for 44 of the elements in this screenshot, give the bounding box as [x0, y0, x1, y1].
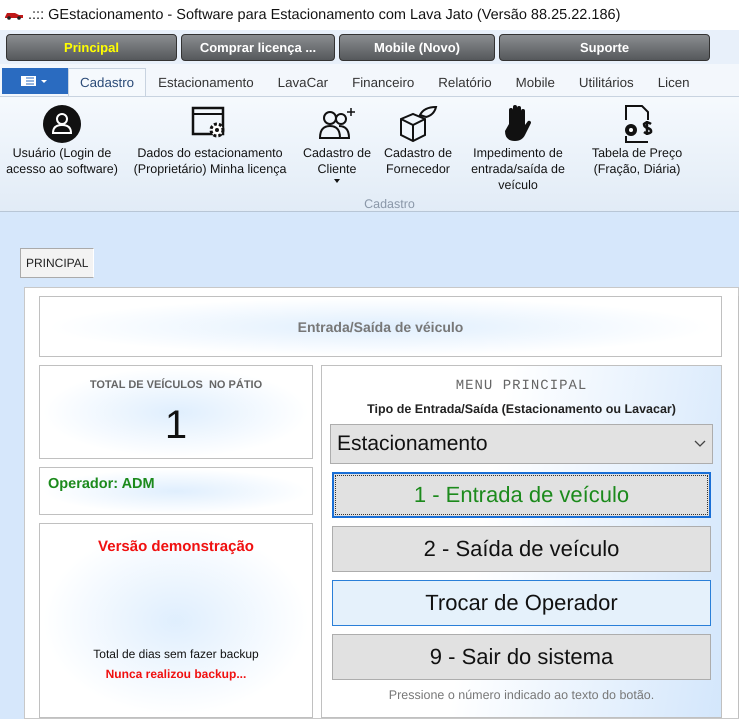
page-tab[interactable]: PRINCIPAL — [20, 248, 94, 278]
menu-button[interactable] — [2, 68, 68, 94]
ribbon-button[interactable]: Usuário (Login de acesso ao software) — [0, 103, 124, 177]
demo-version-label: Versão demonstração — [98, 538, 254, 555]
window-title: .::: GEstacionamento - Software para Estacionamento com Lava Jato (Versão 88.25.22.186) — [28, 7, 620, 23]
hint-text: Pressione o número indicado ao texto do botão. — [388, 688, 654, 702]
menu-title: MENU PRINCIPAL — [456, 378, 588, 394]
ribbon-tab[interactable]: Licen — [646, 68, 702, 96]
ribbon-button[interactable]: Tabela de Preço (Fração, Diária) — [578, 103, 696, 177]
user-icon — [42, 104, 82, 144]
ribbon-tab[interactable]: Financeiro — [340, 68, 426, 96]
ribbon-button[interactable]: Impedimento de entrada/saída de veículo — [458, 103, 578, 193]
type-dropdown[interactable]: Estacionamento — [330, 424, 713, 464]
car-icon — [4, 10, 24, 20]
menu-button[interactable]: 9 - Sair do sistema — [332, 634, 711, 680]
toolbar-button[interactable]: Principal — [6, 34, 177, 60]
operator-label: Operador: ADM — [39, 467, 313, 515]
ribbon-button[interactable]: Dados do estacionamento (Proprietário) Minha licença — [124, 103, 296, 177]
section-header: Entrada/Saída de véiculo — [39, 296, 722, 357]
toolbar-button[interactable]: Suporte — [499, 34, 710, 60]
hand-icon — [503, 104, 533, 144]
toolbar-button[interactable]: Mobile (Novo) — [339, 34, 495, 60]
ribbon-tab[interactable]: Estacionamento — [146, 68, 266, 96]
ribbon-tab[interactable]: Mobile — [504, 68, 567, 96]
ribbon-button[interactable]: Cadastro de Cliente — [296, 103, 378, 183]
users-add-icon — [317, 106, 357, 142]
toolbar-button[interactable]: Comprar licença ... — [181, 34, 335, 60]
ribbon-tab[interactable]: Utilitários — [566, 68, 646, 96]
ribbon-tab[interactable]: Cadastro — [68, 68, 146, 96]
box-icon — [398, 105, 438, 143]
type-label: Tipo de Entrada/Saída (Estacionamento ou Lavacar) — [367, 402, 676, 416]
vehicle-count-label: TOTAL DE VEÍCULOS NO PÁTIO — [90, 379, 262, 391]
menu-button[interactable]: 2 - Saída de veículo — [332, 526, 711, 572]
chevron-down-icon — [694, 440, 706, 448]
ribbon-button[interactable]: Cadastro de Fornecedor — [378, 103, 458, 177]
vehicle-count: 1 — [164, 403, 188, 448]
menu-button[interactable]: Trocar de Operador — [332, 580, 711, 626]
ribbon-tab[interactable]: Relatório — [426, 68, 504, 96]
list-dropdown-icon — [20, 75, 50, 87]
ribbon-tab[interactable]: LavaCar — [266, 68, 340, 96]
backup-label: Total de dias sem fazer backup — [93, 647, 259, 661]
group-label: Cadastro — [363, 197, 416, 211]
backup-status: Nunca realizou backup... — [106, 667, 246, 681]
caret-icon — [334, 179, 340, 183]
